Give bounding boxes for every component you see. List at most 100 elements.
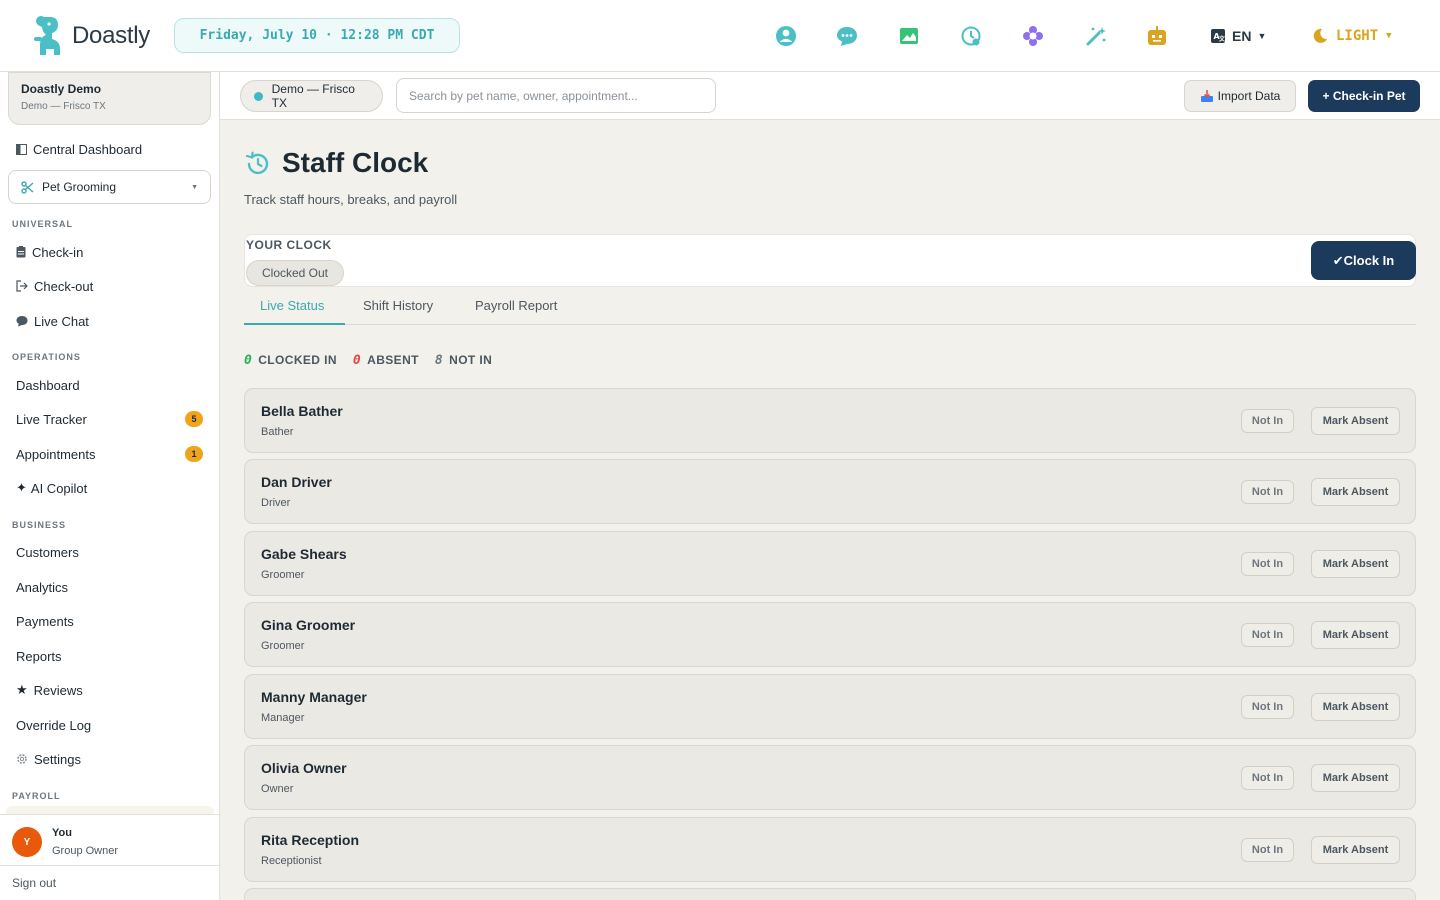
sidebar-item-customers[interactable]: Customers [16, 542, 79, 562]
sidebar-item-dashboard[interactable]: Dashboard [16, 375, 80, 395]
staff-row: Rita Reception Receptionist Not In Mark Abs… [244, 817, 1416, 882]
staff-row: Bella Bather Bather Not In Mark Absent [244, 388, 1416, 453]
sidebar-item-live-chat[interactable]: Live Chat [16, 311, 89, 331]
location-label: Demo — Frisco TX [271, 82, 355, 110]
user-profile[interactable]: Y You Group Owner [0, 814, 219, 866]
clock-history-icon[interactable] [955, 20, 987, 52]
status-counters: 0 CLOCKED IN 0 ABSENT 8 NOT IN [244, 352, 508, 368]
sidebar-item-payments[interactable]: Payments [16, 611, 74, 631]
staff-name: Gabe Shears [261, 546, 347, 562]
image-icon[interactable] [893, 20, 925, 52]
exit-icon [16, 280, 28, 292]
status-dot-icon [254, 91, 263, 101]
sidebar-item-label: Dashboard [16, 377, 80, 393]
clocked-in-count: 0 [244, 352, 253, 368]
tab-shift-history[interactable]: Shift History [363, 293, 433, 325]
sidebar-item-override-log[interactable]: Override Log [16, 715, 91, 735]
clock-history-icon [245, 151, 269, 175]
import-data-button[interactable]: Import Data [1184, 80, 1296, 112]
sidebar-item-appointments[interactable]: Appointments [16, 444, 96, 464]
robot-icon[interactable] [1141, 20, 1173, 52]
staff-status-badge: Not In [1241, 695, 1294, 719]
sidebar-item-label: Settings [34, 751, 81, 767]
sidebar-item-live-tracker[interactable]: Live Tracker [16, 409, 87, 429]
appointments-count-badge: 1 [185, 446, 203, 462]
not-in-counter: 8 NOT IN [435, 353, 492, 368]
avatar: Y [12, 827, 42, 857]
staff-row: Dan Driver Driver Not In Mark Absent [244, 459, 1416, 524]
clocked-in-counter: 0 CLOCKED IN [244, 353, 337, 368]
sidebar-item-staff-clock[interactable] [6, 806, 214, 814]
tab-payroll-report[interactable]: Payroll Report [475, 293, 557, 325]
sign-out-link[interactable]: Sign out [0, 865, 219, 900]
sidebar-item-ai-copilot[interactable]: ✦ AI Copilot [16, 478, 87, 498]
chevron-down-icon: ▼ [191, 183, 198, 191]
magic-wand-icon[interactable] [1080, 20, 1112, 52]
language-label: EN [1232, 28, 1252, 44]
sidebar-item-label: Appointments [16, 446, 96, 462]
check-in-pet-button[interactable]: + Check-in Pet [1308, 80, 1420, 112]
sidebar-item-check-out[interactable]: Check-out [16, 276, 93, 296]
sidebar-item-reviews[interactable]: ★ Reviews [16, 680, 83, 700]
sidebar-item-label: Payments [16, 613, 74, 629]
absent-label: ABSENT [367, 353, 419, 367]
sidebar-item-label: Override Log [16, 717, 92, 733]
sidebar-item-analytics[interactable]: Analytics [16, 577, 68, 597]
mark-absent-button[interactable]: Mark Absent [1311, 693, 1400, 721]
moon-icon [1313, 28, 1327, 43]
sidebar-item-check-in[interactable]: Check-in [16, 242, 83, 262]
chevron-down-icon: ▼ [1257, 31, 1267, 41]
mark-absent-button[interactable]: Mark Absent [1311, 478, 1400, 506]
staff-name: Rita Reception [261, 832, 360, 848]
section-operations: OPERATIONS [12, 352, 81, 362]
staff-role: Owner [261, 783, 294, 795]
staff-row: Gina Groomer Groomer Not In Mark Absent [244, 602, 1416, 667]
sidebar-item-label: Reviews [33, 682, 83, 698]
mark-absent-button[interactable]: Mark Absent [1311, 836, 1400, 864]
org-location: Demo — Frisco TX [21, 101, 106, 112]
tab-live-status[interactable]: Live Status [244, 293, 345, 325]
org-switcher[interactable]: Doastly Demo Demo — Frisco TX [8, 72, 211, 125]
flower-icon[interactable] [1017, 20, 1049, 52]
main-content: Staff Clock Track staff hours, breaks, a… [220, 121, 1440, 900]
staff-name: Dan Driver [261, 474, 332, 490]
mark-absent-button[interactable]: Mark Absent [1311, 764, 1400, 792]
staff-clock-tabs: Live Status Shift History Payroll Report [244, 293, 1416, 325]
staff-status-badge: Not In [1241, 838, 1294, 862]
staff-role: Groomer [261, 640, 305, 652]
section-business: BUSINESS [12, 520, 67, 530]
your-clock-card: YOUR CLOCK Clocked Out ✔Clock In [244, 234, 1416, 287]
chat-icon [16, 316, 28, 327]
page-subtitle: Track staff hours, breaks, and payroll [244, 192, 458, 207]
sidebar-item-label: Live Tracker [16, 411, 87, 427]
sidebar-item-reports[interactable]: Reports [16, 646, 62, 666]
mark-absent-button[interactable]: Mark Absent [1311, 621, 1400, 649]
staff-role: Bather [261, 426, 294, 438]
sidebar-item-settings[interactable]: Settings [16, 749, 81, 769]
mark-absent-button[interactable]: Mark Absent [1311, 407, 1400, 435]
sidebar-item-central-dashboard[interactable]: Central Dashboard [16, 139, 142, 159]
theme-toggle[interactable]: LIGHT ▼ [1312, 22, 1392, 50]
search-input[interactable] [396, 78, 716, 113]
clocked-in-label: CLOCKED IN [258, 353, 337, 367]
clock-in-button[interactable]: ✔Clock In [1311, 241, 1416, 280]
clock-status-badge: Clocked Out [246, 260, 344, 286]
language-selector[interactable]: A文 EN ▼ [1210, 22, 1266, 50]
chat-bubble-icon[interactable] [831, 20, 863, 52]
sidebar-item-label: Customers [16, 544, 79, 560]
page-title: Staff Clock [282, 147, 429, 178]
section-payroll: PAYROLL [12, 791, 61, 801]
inbox-icon [1200, 90, 1213, 102]
sidebar-item-label: Central Dashboard [33, 141, 143, 157]
staff-status-badge: Not In [1241, 552, 1294, 576]
mark-absent-button[interactable]: Mark Absent [1311, 550, 1400, 578]
absent-counter: 0 ABSENT [353, 353, 419, 368]
star-icon: ★ [16, 682, 28, 697]
staff-row: Manny Manager Manager Not In Mark Absent [244, 674, 1416, 739]
staff-name: Bella Bather [261, 403, 343, 419]
module-selector[interactable]: Pet Grooming ▼ [8, 170, 211, 204]
sparkle-icon: ✦ [16, 480, 27, 495]
svg-text:文: 文 [1218, 35, 1226, 43]
location-selector[interactable]: Demo — Frisco TX [240, 80, 383, 112]
staff-icon[interactable] [770, 20, 802, 52]
